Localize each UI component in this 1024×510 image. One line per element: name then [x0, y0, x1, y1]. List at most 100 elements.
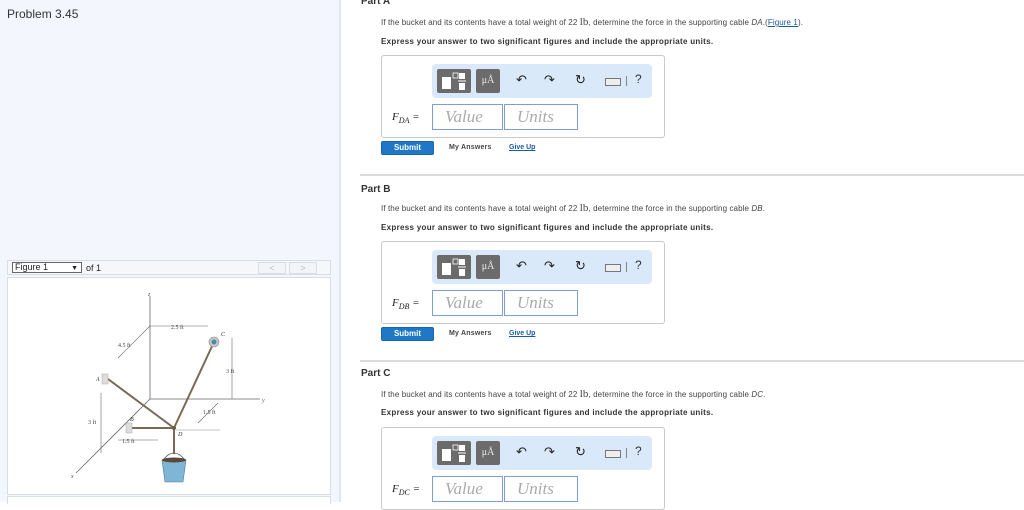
y-axis-label: y [261, 398, 265, 404]
figure-select-value: Figure 1 [15, 262, 49, 272]
question-mid: , determine the force in the supporting … [588, 390, 752, 399]
part-b-actions: Submit My Answers Give Up [381, 327, 681, 341]
part-c-answer-box: μÅ ↶ ↷ ↻ ? FDC = Value Units [381, 427, 665, 510]
value-input[interactable]: Value [432, 476, 503, 502]
math-toolbar: μÅ ↶ ↷ ↻ ? [432, 64, 652, 98]
units-button[interactable]: μÅ [476, 441, 500, 465]
submit-button[interactable]: Submit [381, 141, 434, 155]
x-axis [75, 398, 151, 474]
variable-symbol: F [392, 483, 399, 495]
support-a [101, 373, 109, 385]
dim-1-5-bottom-label: 1.5 ft [122, 438, 135, 445]
next-figure-button[interactable]: > [289, 262, 317, 274]
my-answers-label: My Answers [449, 144, 492, 151]
keyboard-icon[interactable] [605, 78, 621, 86]
dim-3-right-label: 3 ft [226, 368, 234, 375]
label-d: D [177, 432, 183, 438]
part-b-instructions: Express your answer to two significant f… [381, 223, 714, 232]
question-prefix: If the bucket and its contents have a to… [381, 204, 580, 213]
templates-icon [442, 72, 466, 90]
support-b [125, 422, 133, 434]
point-d [172, 426, 176, 430]
figure-frame: z y x 2.5 ft 4.5 ft 3 ft 3 ft 1.5 ft 1.5… [7, 277, 331, 495]
toolbar-divider [626, 262, 627, 272]
answer-variable-label: FDC = [392, 483, 420, 497]
keyboard-icon[interactable] [605, 450, 621, 458]
dim-line-4-5 [117, 325, 151, 359]
bucket-icon [161, 459, 187, 483]
templates-button[interactable] [437, 255, 471, 279]
question-suffix: . [763, 390, 766, 399]
keyboard-icon[interactable] [605, 264, 621, 272]
figure-navigation-bar: Figure 1 ▼ of 1 < > [7, 260, 331, 275]
question-prefix: If the bucket and its contents have a to… [381, 18, 580, 27]
units-input[interactable]: Units [504, 104, 578, 130]
cable-name: DC [751, 390, 764, 399]
give-up-link[interactable]: Give Up [509, 330, 535, 337]
help-icon[interactable]: ? [635, 72, 642, 86]
value-input[interactable]: Value [432, 290, 503, 316]
part-c-instructions: Express your answer to two significant f… [381, 408, 714, 417]
help-icon[interactable]: ? [635, 444, 642, 458]
cable-name: DA [751, 18, 763, 27]
question-suffix: . [762, 204, 766, 213]
my-answers-label: My Answers [449, 330, 492, 337]
value-input[interactable]: Value [432, 104, 503, 130]
label-a: A [95, 377, 100, 383]
templates-icon [442, 444, 466, 462]
variable-subscript: DA [398, 116, 410, 126]
math-toolbar: μÅ ↶ ↷ ↻ ? [432, 436, 652, 470]
part-c-title: Part C [361, 368, 391, 379]
part-a-answer-box: μÅ ↶ ↷ ↻ ? FDA = Value Units [381, 55, 665, 138]
redo-icon[interactable]: ↷ [544, 444, 555, 460]
figure-select[interactable]: Figure 1 ▼ [12, 262, 82, 273]
redo-icon[interactable]: ↷ [544, 72, 555, 88]
cable-da [107, 378, 175, 429]
part-b-question: If the bucket and its contents have a to… [381, 202, 765, 214]
prev-figure-button[interactable]: < [258, 262, 286, 274]
undo-icon[interactable]: ↶ [516, 258, 527, 274]
toolbar-divider [626, 448, 627, 458]
templates-button[interactable] [437, 69, 471, 93]
figure-count: of 1 [86, 263, 102, 273]
reset-icon[interactable]: ↻ [575, 444, 586, 460]
bucket-contents [162, 457, 186, 463]
units-input[interactable]: Units [504, 476, 578, 502]
variable-subscript: DC [398, 488, 410, 498]
cable-name: DB [751, 204, 763, 213]
help-icon[interactable]: ? [635, 258, 642, 272]
figure-link[interactable]: Figure 1 [768, 18, 798, 27]
x-axis-label: x [70, 474, 74, 480]
equals-sign: = [409, 111, 420, 123]
question-suffix-end: ). [797, 18, 804, 27]
chevron-right-icon: > [300, 263, 306, 273]
dim-4-5-label: 4.5 ft [118, 342, 131, 349]
undo-icon[interactable]: ↶ [516, 72, 527, 88]
problem-panel: Problem 3.45 Figure 1 ▼ of 1 < > z y x 2… [0, 0, 341, 504]
label-b: B [130, 417, 134, 423]
figure-diagram: z y x 2.5 ft 4.5 ft 3 ft 3 ft 1.5 ft 1.5… [70, 292, 265, 483]
undo-icon[interactable]: ↶ [516, 444, 527, 460]
redo-icon[interactable]: ↷ [544, 258, 555, 274]
question-mid: , determine the force in the supporting … [588, 18, 752, 27]
part-divider [360, 360, 1024, 362]
units-input[interactable]: Units [504, 290, 578, 316]
reset-icon[interactable]: ↻ [575, 72, 586, 88]
reset-icon[interactable]: ↻ [575, 258, 586, 274]
question-mid: , determine the force in the supporting … [588, 204, 752, 213]
question-prefix: If the bucket and its contents have a to… [381, 390, 580, 399]
part-divider [360, 174, 1024, 176]
toolbar-divider [626, 76, 627, 86]
label-c: C [221, 332, 226, 338]
math-toolbar: μÅ ↶ ↷ ↻ ? [432, 250, 652, 284]
answer-variable-label: FDB = [392, 297, 420, 311]
give-up-link[interactable]: Give Up [509, 144, 535, 151]
answer-variable-label: FDA = [392, 111, 420, 125]
templates-button[interactable] [437, 441, 471, 465]
units-button[interactable]: μÅ [476, 255, 500, 279]
submit-button[interactable]: Submit [381, 327, 434, 341]
units-button[interactable]: μÅ [476, 69, 500, 93]
part-b-title: Part B [361, 184, 391, 195]
dim-3-left-label: 3 ft [88, 419, 96, 426]
parts-panel: Part A If the bucket and its contents ha… [343, 0, 1024, 510]
